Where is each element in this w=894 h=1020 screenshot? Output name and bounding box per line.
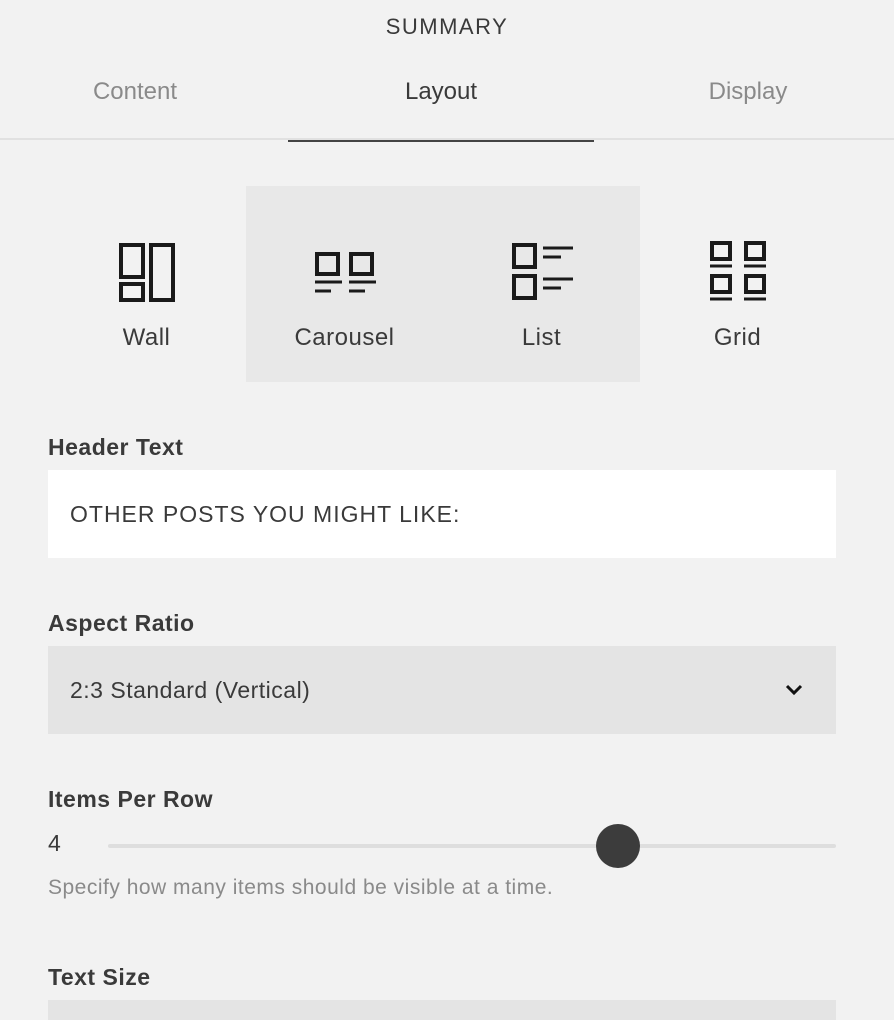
tab-layout[interactable]: Layout <box>288 62 594 142</box>
slider-thumb[interactable] <box>595 824 640 868</box>
header-text-input[interactable] <box>48 470 836 558</box>
list-layout-icon <box>511 243 573 300</box>
header-text-label: Header Text <box>48 434 184 460</box>
layout-label-carousel: Carousel <box>294 324 395 351</box>
text-size-select[interactable] <box>48 1000 836 1020</box>
tab-display[interactable]: Display <box>595 62 894 140</box>
grid-layout-icon <box>709 241 766 301</box>
items-per-row-value: 4 <box>48 830 61 856</box>
layout-label-list: List <box>521 324 562 351</box>
text-size-label: Text Size <box>48 964 151 990</box>
layout-option-carousel[interactable]: Carousel <box>246 186 443 382</box>
panel-title: SUMMARY <box>385 14 509 39</box>
layout-options: Wall Carousel List Grid <box>48 186 836 382</box>
items-per-row-help: Specify how many items should be visible… <box>48 876 554 899</box>
items-per-row-slider[interactable] <box>108 824 836 868</box>
aspect-ratio-select[interactable]: 2:3 Standard (Vertical) <box>48 646 836 734</box>
layout-label-wall: Wall <box>122 324 171 351</box>
layout-label-grid: Grid <box>713 324 762 351</box>
tab-content[interactable]: Content <box>0 62 288 140</box>
tab-bar: Content Layout Display <box>0 62 894 142</box>
wall-layout-icon <box>118 243 175 302</box>
items-per-row-slider-row: 4 <box>48 820 836 872</box>
items-per-row-label: Items Per Row <box>48 786 213 812</box>
layout-option-list[interactable]: List <box>443 186 640 382</box>
aspect-ratio-label: Aspect Ratio <box>48 610 195 636</box>
summary-settings-panel: SUMMARY Content Layout Display Wall Caro… <box>0 0 894 1020</box>
chevron-down-icon <box>785 684 803 696</box>
aspect-ratio-value: 2:3 Standard (Vertical) <box>70 676 311 703</box>
carousel-layout-icon <box>314 252 376 293</box>
layout-option-grid[interactable]: Grid <box>639 186 836 382</box>
layout-option-wall[interactable]: Wall <box>48 186 245 382</box>
